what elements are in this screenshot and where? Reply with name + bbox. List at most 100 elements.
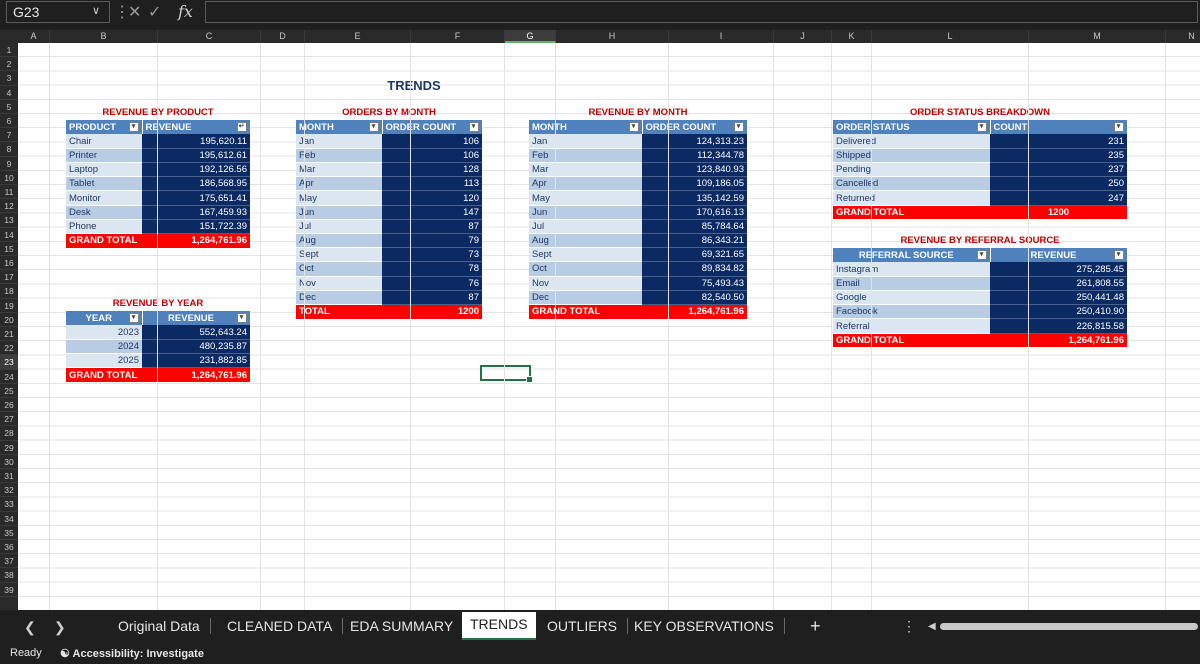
row-value-cell[interactable]: 120: [382, 190, 482, 206]
filter-dropdown-icon[interactable]: ▾: [236, 312, 247, 323]
row-label-cell[interactable]: Tablet: [66, 176, 142, 192]
row-label-cell[interactable]: Mar: [529, 162, 642, 178]
column-header-a[interactable]: A: [18, 30, 50, 43]
column-header-i[interactable]: I: [669, 30, 774, 43]
column-header-cell[interactable]: REVENUE ↵: [142, 120, 251, 135]
row-value-cell[interactable]: 480,235.87: [142, 339, 250, 355]
table-row[interactable]: Dec 87: [296, 290, 482, 305]
row-value-cell[interactable]: 82,540.50: [642, 290, 747, 305]
row-label-cell[interactable]: Chair: [66, 134, 142, 149]
row-label-cell[interactable]: Nov: [529, 276, 642, 291]
scroll-left-icon[interactable]: ◀: [928, 622, 936, 632]
cancel-icon[interactable]: ✕: [128, 2, 141, 22]
row-value-cell[interactable]: 552,643.24: [142, 325, 250, 340]
grand-total-row[interactable]: GRAND TOTAL 1200: [833, 205, 1127, 220]
row-header-4[interactable]: 4: [0, 86, 18, 100]
row-label-cell[interactable]: Sept: [296, 247, 382, 263]
table-row[interactable]: May 120: [296, 190, 482, 206]
table-row[interactable]: 2024 480,235.87: [66, 339, 250, 355]
row-header-12[interactable]: 12: [0, 199, 18, 214]
row-label-cell[interactable]: Printer: [66, 148, 142, 164]
table-row[interactable]: Printer 195,612.61: [66, 148, 250, 164]
sort-filter-icon[interactable]: ↵: [236, 121, 247, 132]
row-label-cell[interactable]: 2023: [66, 325, 142, 340]
table-row[interactable]: Jul 87: [296, 219, 482, 235]
row-header-9[interactable]: 9: [0, 157, 18, 171]
column-header-d[interactable]: D: [261, 30, 305, 43]
row-header-6[interactable]: 6: [0, 114, 18, 129]
row-value-cell[interactable]: 87: [382, 219, 482, 235]
column-header-e[interactable]: E: [305, 30, 411, 43]
horizontal-scrollbar[interactable]: ◀: [928, 622, 1200, 632]
row-label-cell[interactable]: Monitor: [66, 190, 142, 206]
row-label-cell[interactable]: Apr: [529, 176, 642, 192]
grand-total-label[interactable]: GRAND TOTAL: [833, 333, 990, 348]
row-value-cell[interactable]: 86,343.21: [642, 233, 747, 249]
row-header-11[interactable]: 11: [0, 185, 18, 200]
table-row[interactable]: Desk 167,459.93: [66, 205, 250, 220]
column-header-m[interactable]: M: [1029, 30, 1166, 43]
insert-function-icon[interactable]: fx: [178, 2, 193, 21]
grand-total-value[interactable]: 1,264,761.96: [142, 233, 250, 248]
table-row[interactable]: Aug 86,343.21: [529, 233, 747, 249]
row-header-37[interactable]: 37: [0, 554, 18, 569]
column-header-h[interactable]: H: [556, 30, 669, 43]
row-label-cell[interactable]: Facebook: [833, 304, 990, 320]
row-value-cell[interactable]: 85,784.64: [642, 219, 747, 235]
table-row[interactable]: Phone 151,722.39: [66, 219, 250, 235]
row-header-3[interactable]: 3: [0, 71, 18, 86]
row-header-25[interactable]: 25: [0, 384, 18, 398]
row-header-10[interactable]: 10: [0, 171, 18, 185]
column-header-cell[interactable]: MONTH ▾: [529, 120, 643, 135]
row-value-cell[interactable]: 250,410.90: [990, 304, 1127, 320]
row-value-cell[interactable]: 113: [382, 176, 482, 192]
row-header-22[interactable]: 22: [0, 341, 18, 356]
row-header-18[interactable]: 18: [0, 284, 18, 299]
grand-total-label[interactable]: GRAND TOTAL: [833, 205, 990, 220]
row-value-cell[interactable]: 226,815.58: [990, 318, 1127, 334]
row-value-cell[interactable]: 275,285.45: [990, 262, 1127, 277]
chevron-left-icon[interactable]: ❮: [24, 619, 36, 636]
row-value-cell[interactable]: 76: [382, 276, 482, 291]
table-row[interactable]: Email 261,808.55: [833, 276, 1127, 292]
filter-dropdown-icon[interactable]: ▾: [976, 249, 987, 260]
row-value-cell[interactable]: 124,313.23: [642, 134, 747, 149]
row-header-35[interactable]: 35: [0, 526, 18, 540]
row-value-cell[interactable]: 170,616.13: [642, 205, 747, 220]
row-label-cell[interactable]: Instagram: [833, 262, 990, 277]
column-header-cell[interactable]: COUNT ▾: [990, 120, 1128, 135]
row-value-cell[interactable]: 135,142.59: [642, 190, 747, 206]
table-row[interactable]: Jan 106: [296, 134, 482, 149]
table-row[interactable]: Feb 112,344.78: [529, 148, 747, 164]
row-value-cell[interactable]: 192,126.56: [142, 162, 250, 178]
chevron-down-icon[interactable]: ∨: [92, 4, 100, 17]
row-value-cell[interactable]: 261,808.55: [990, 276, 1127, 292]
row-label-cell[interactable]: Aug: [296, 233, 382, 249]
table-row[interactable]: Jul 85,784.64: [529, 219, 747, 235]
filter-dropdown-icon[interactable]: ▾: [128, 121, 139, 132]
grand-total-label[interactable]: GRAND TOTAL: [66, 233, 142, 248]
table-row[interactable]: 2023 552,643.24: [66, 325, 250, 340]
grand-total-row[interactable]: GRAND TOTAL 1,264,761.96: [833, 333, 1127, 348]
row-header-39[interactable]: 39: [0, 583, 18, 597]
row-header-5[interactable]: 5: [0, 100, 18, 114]
table-row[interactable]: Jun 170,616.13: [529, 205, 747, 220]
row-header-16[interactable]: 16: [0, 256, 18, 271]
row-header-36[interactable]: 36: [0, 540, 18, 555]
row-label-cell[interactable]: Jul: [296, 219, 382, 235]
table-row[interactable]: Mar 128: [296, 162, 482, 178]
row-label-cell[interactable]: Returned: [833, 190, 990, 206]
table-row[interactable]: Mar 123,840.93: [529, 162, 747, 178]
row-label-cell[interactable]: Delivered: [833, 134, 990, 149]
row-label-cell[interactable]: Jul: [529, 219, 642, 235]
tab-cleaned-data[interactable]: CLEANED DATA: [227, 618, 344, 634]
table-row[interactable]: Jan 124,313.23: [529, 134, 747, 149]
row-header-32[interactable]: 32: [0, 483, 18, 498]
table-row[interactable]: Shipped 235: [833, 148, 1127, 164]
table-row[interactable]: Nov 76: [296, 276, 482, 291]
row-header-30[interactable]: 30: [0, 455, 18, 469]
filter-dropdown-icon[interactable]: ▾: [468, 121, 479, 132]
row-value-cell[interactable]: 247: [990, 190, 1127, 206]
tab-eda-summary[interactable]: EDA SUMMARY: [350, 618, 465, 634]
row-label-cell[interactable]: Jun: [529, 205, 642, 220]
